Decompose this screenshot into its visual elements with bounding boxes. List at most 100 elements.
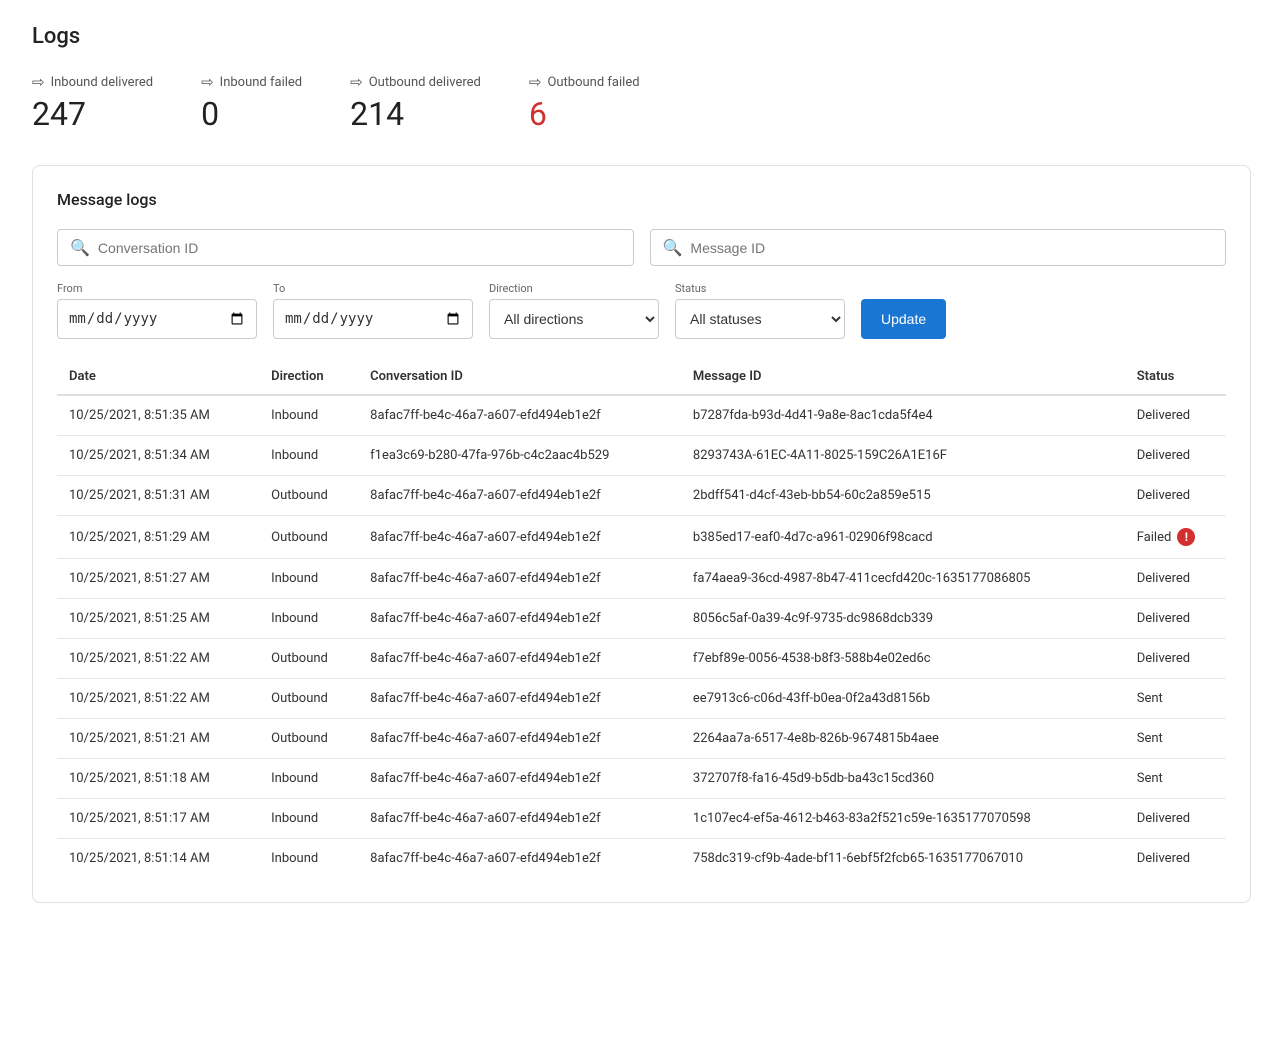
conversation-id-cell: 8afac7ff-be4c-46a7-a607-efd494eb1e2f [358, 639, 681, 679]
table-row[interactable]: 10/25/2021, 8:51:21 AMOutbound8afac7ff-b… [57, 719, 1226, 759]
card-title: Message logs [57, 190, 1226, 209]
message-id-cell: 2bdff541-d4cf-43eb-bb54-60c2a859e515 [681, 476, 1125, 516]
stat-value: 247 [32, 95, 153, 133]
direction-cell: Inbound [259, 559, 358, 599]
stat-value: 6 [529, 95, 640, 133]
table-row[interactable]: 10/25/2021, 8:51:22 AMOutbound8afac7ff-b… [57, 639, 1226, 679]
date-cell: 10/25/2021, 8:51:31 AM [57, 476, 259, 516]
search-icon-conversation: 🔍 [70, 238, 90, 257]
date-cell: 10/25/2021, 8:51:14 AM [57, 839, 259, 879]
message-id-input[interactable] [690, 240, 1213, 256]
status-cell: Sent [1125, 719, 1226, 759]
table-row[interactable]: 10/25/2021, 8:51:17 AMInbound8afac7ff-be… [57, 799, 1226, 839]
direction-cell: Inbound [259, 599, 358, 639]
message-id-cell: 8056c5af-0a39-4c9f-9735-dc9868dcb339 [681, 599, 1125, 639]
table-row[interactable]: 10/25/2021, 8:51:27 AMInbound8afac7ff-be… [57, 559, 1226, 599]
conversation-id-cell: 8afac7ff-be4c-46a7-a607-efd494eb1e2f [358, 839, 681, 879]
col-header-direction: Direction [259, 359, 358, 395]
conversation-id-cell: f1ea3c69-b280-47fa-976b-c4c2aac4b529 [358, 436, 681, 476]
stat-item-outbound-delivered: ⇨ Outbound delivered 214 [350, 73, 481, 133]
conversation-id-cell: 8afac7ff-be4c-46a7-a607-efd494eb1e2f [358, 395, 681, 436]
status-badge-failed: Failed ! [1137, 528, 1214, 546]
conversation-id-cell: 8afac7ff-be4c-46a7-a607-efd494eb1e2f [358, 679, 681, 719]
date-cell: 10/25/2021, 8:51:18 AM [57, 759, 259, 799]
stat-label: Outbound failed [547, 75, 639, 90]
col-header-status: Status [1125, 359, 1226, 395]
status-select[interactable]: All statuses Delivered Failed Sent [675, 299, 845, 339]
page-container: Logs ⇨ Inbound delivered 247 ⇨ Inbound f… [0, 0, 1283, 927]
message-id-cell: 1c107ec4-ef5a-4612-b463-83a2f521c59e-163… [681, 799, 1125, 839]
conversation-id-cell: 8afac7ff-be4c-46a7-a607-efd494eb1e2f [358, 599, 681, 639]
to-filter-group: To [273, 282, 473, 339]
table-row[interactable]: 10/25/2021, 8:51:35 AMInbound8afac7ff-be… [57, 395, 1226, 436]
conversation-search-box: 🔍 [57, 229, 634, 266]
date-cell: 10/25/2021, 8:51:22 AM [57, 679, 259, 719]
to-date-input[interactable] [273, 299, 473, 339]
status-cell: Delivered [1125, 395, 1226, 436]
message-id-cell: b385ed17-eaf0-4d7c-a961-02906f98cacd [681, 516, 1125, 559]
message-logs-card: Message logs 🔍 🔍 From To Direction [32, 165, 1251, 903]
page-title: Logs [32, 24, 1251, 49]
conversation-id-cell: 8afac7ff-be4c-46a7-a607-efd494eb1e2f [358, 516, 681, 559]
conversation-id-cell: 8afac7ff-be4c-46a7-a607-efd494eb1e2f [358, 799, 681, 839]
date-cell: 10/25/2021, 8:51:34 AM [57, 436, 259, 476]
direction-label: Direction [489, 282, 659, 295]
stat-value: 0 [201, 95, 302, 133]
conversation-id-cell: 8afac7ff-be4c-46a7-a607-efd494eb1e2f [358, 719, 681, 759]
date-cell: 10/25/2021, 8:51:17 AM [57, 799, 259, 839]
stat-icon: ⇨ [350, 73, 363, 91]
message-id-cell: 8293743A-61EC-4A11-8025-159C26A1E16F [681, 436, 1125, 476]
status-cell: Delivered [1125, 436, 1226, 476]
from-date-input[interactable] [57, 299, 257, 339]
direction-filter-group: Direction All directions Inbound Outboun… [489, 282, 659, 339]
table-row[interactable]: 10/25/2021, 8:51:18 AMInbound8afac7ff-be… [57, 759, 1226, 799]
table-row[interactable]: 10/25/2021, 8:51:14 AMInbound8afac7ff-be… [57, 839, 1226, 879]
conversation-id-cell: 8afac7ff-be4c-46a7-a607-efd494eb1e2f [358, 759, 681, 799]
message-id-cell: 2264aa7a-6517-4e8b-826b-9674815b4aee [681, 719, 1125, 759]
stat-icon: ⇨ [201, 73, 214, 91]
update-button[interactable]: Update [861, 299, 946, 339]
stat-item-outbound-failed: ⇨ Outbound failed 6 [529, 73, 640, 133]
to-label: To [273, 282, 473, 295]
conversation-id-cell: 8afac7ff-be4c-46a7-a607-efd494eb1e2f [358, 559, 681, 599]
direction-cell: Outbound [259, 476, 358, 516]
col-header-message-id: Message ID [681, 359, 1125, 395]
message-id-cell: fa74aea9-36cd-4987-8b47-411cecfd420c-163… [681, 559, 1125, 599]
fail-icon: ! [1177, 528, 1195, 546]
direction-cell: Inbound [259, 839, 358, 879]
stat-label: Inbound delivered [51, 75, 154, 90]
table-row[interactable]: 10/25/2021, 8:51:25 AMInbound8afac7ff-be… [57, 599, 1226, 639]
direction-select[interactable]: All directions Inbound Outbound [489, 299, 659, 339]
status-cell: Sent [1125, 679, 1226, 719]
from-label: From [57, 282, 257, 295]
stat-item-inbound-delivered: ⇨ Inbound delivered 247 [32, 73, 153, 133]
conversation-id-cell: 8afac7ff-be4c-46a7-a607-efd494eb1e2f [358, 476, 681, 516]
stat-label-row: ⇨ Outbound delivered [350, 73, 481, 91]
status-cell: Failed ! [1125, 516, 1226, 559]
stat-value: 214 [350, 95, 481, 133]
message-id-cell: 758dc319-cf9b-4ade-bf11-6ebf5f2fcb65-163… [681, 839, 1125, 879]
date-cell: 10/25/2021, 8:51:35 AM [57, 395, 259, 436]
message-id-cell: 372707f8-fa16-45d9-b5db-ba43c15cd360 [681, 759, 1125, 799]
status-cell: Delivered [1125, 839, 1226, 879]
status-cell: Delivered [1125, 799, 1226, 839]
table-row[interactable]: 10/25/2021, 8:51:31 AMOutbound8afac7ff-b… [57, 476, 1226, 516]
stat-label: Inbound failed [220, 75, 302, 90]
stat-icon: ⇨ [32, 73, 45, 91]
stat-icon: ⇨ [529, 73, 542, 91]
status-label: Status [675, 282, 845, 295]
logs-table: DateDirectionConversation IDMessage IDSt… [57, 359, 1226, 878]
table-row[interactable]: 10/25/2021, 8:51:29 AMOutbound8afac7ff-b… [57, 516, 1226, 559]
direction-cell: Outbound [259, 719, 358, 759]
direction-cell: Inbound [259, 436, 358, 476]
col-header-date: Date [57, 359, 259, 395]
stat-label-row: ⇨ Outbound failed [529, 73, 640, 91]
conversation-id-input[interactable] [98, 240, 621, 256]
message-id-cell: ee7913c6-c06d-43ff-b0ea-0f2a43d8156b [681, 679, 1125, 719]
table-row[interactable]: 10/25/2021, 8:51:34 AMInboundf1ea3c69-b2… [57, 436, 1226, 476]
message-id-cell: b7287fda-b93d-4d41-9a8e-8ac1cda5f4e4 [681, 395, 1125, 436]
date-cell: 10/25/2021, 8:51:22 AM [57, 639, 259, 679]
search-icon-message: 🔍 [663, 238, 683, 257]
table-row[interactable]: 10/25/2021, 8:51:22 AMOutbound8afac7ff-b… [57, 679, 1226, 719]
direction-cell: Inbound [259, 759, 358, 799]
